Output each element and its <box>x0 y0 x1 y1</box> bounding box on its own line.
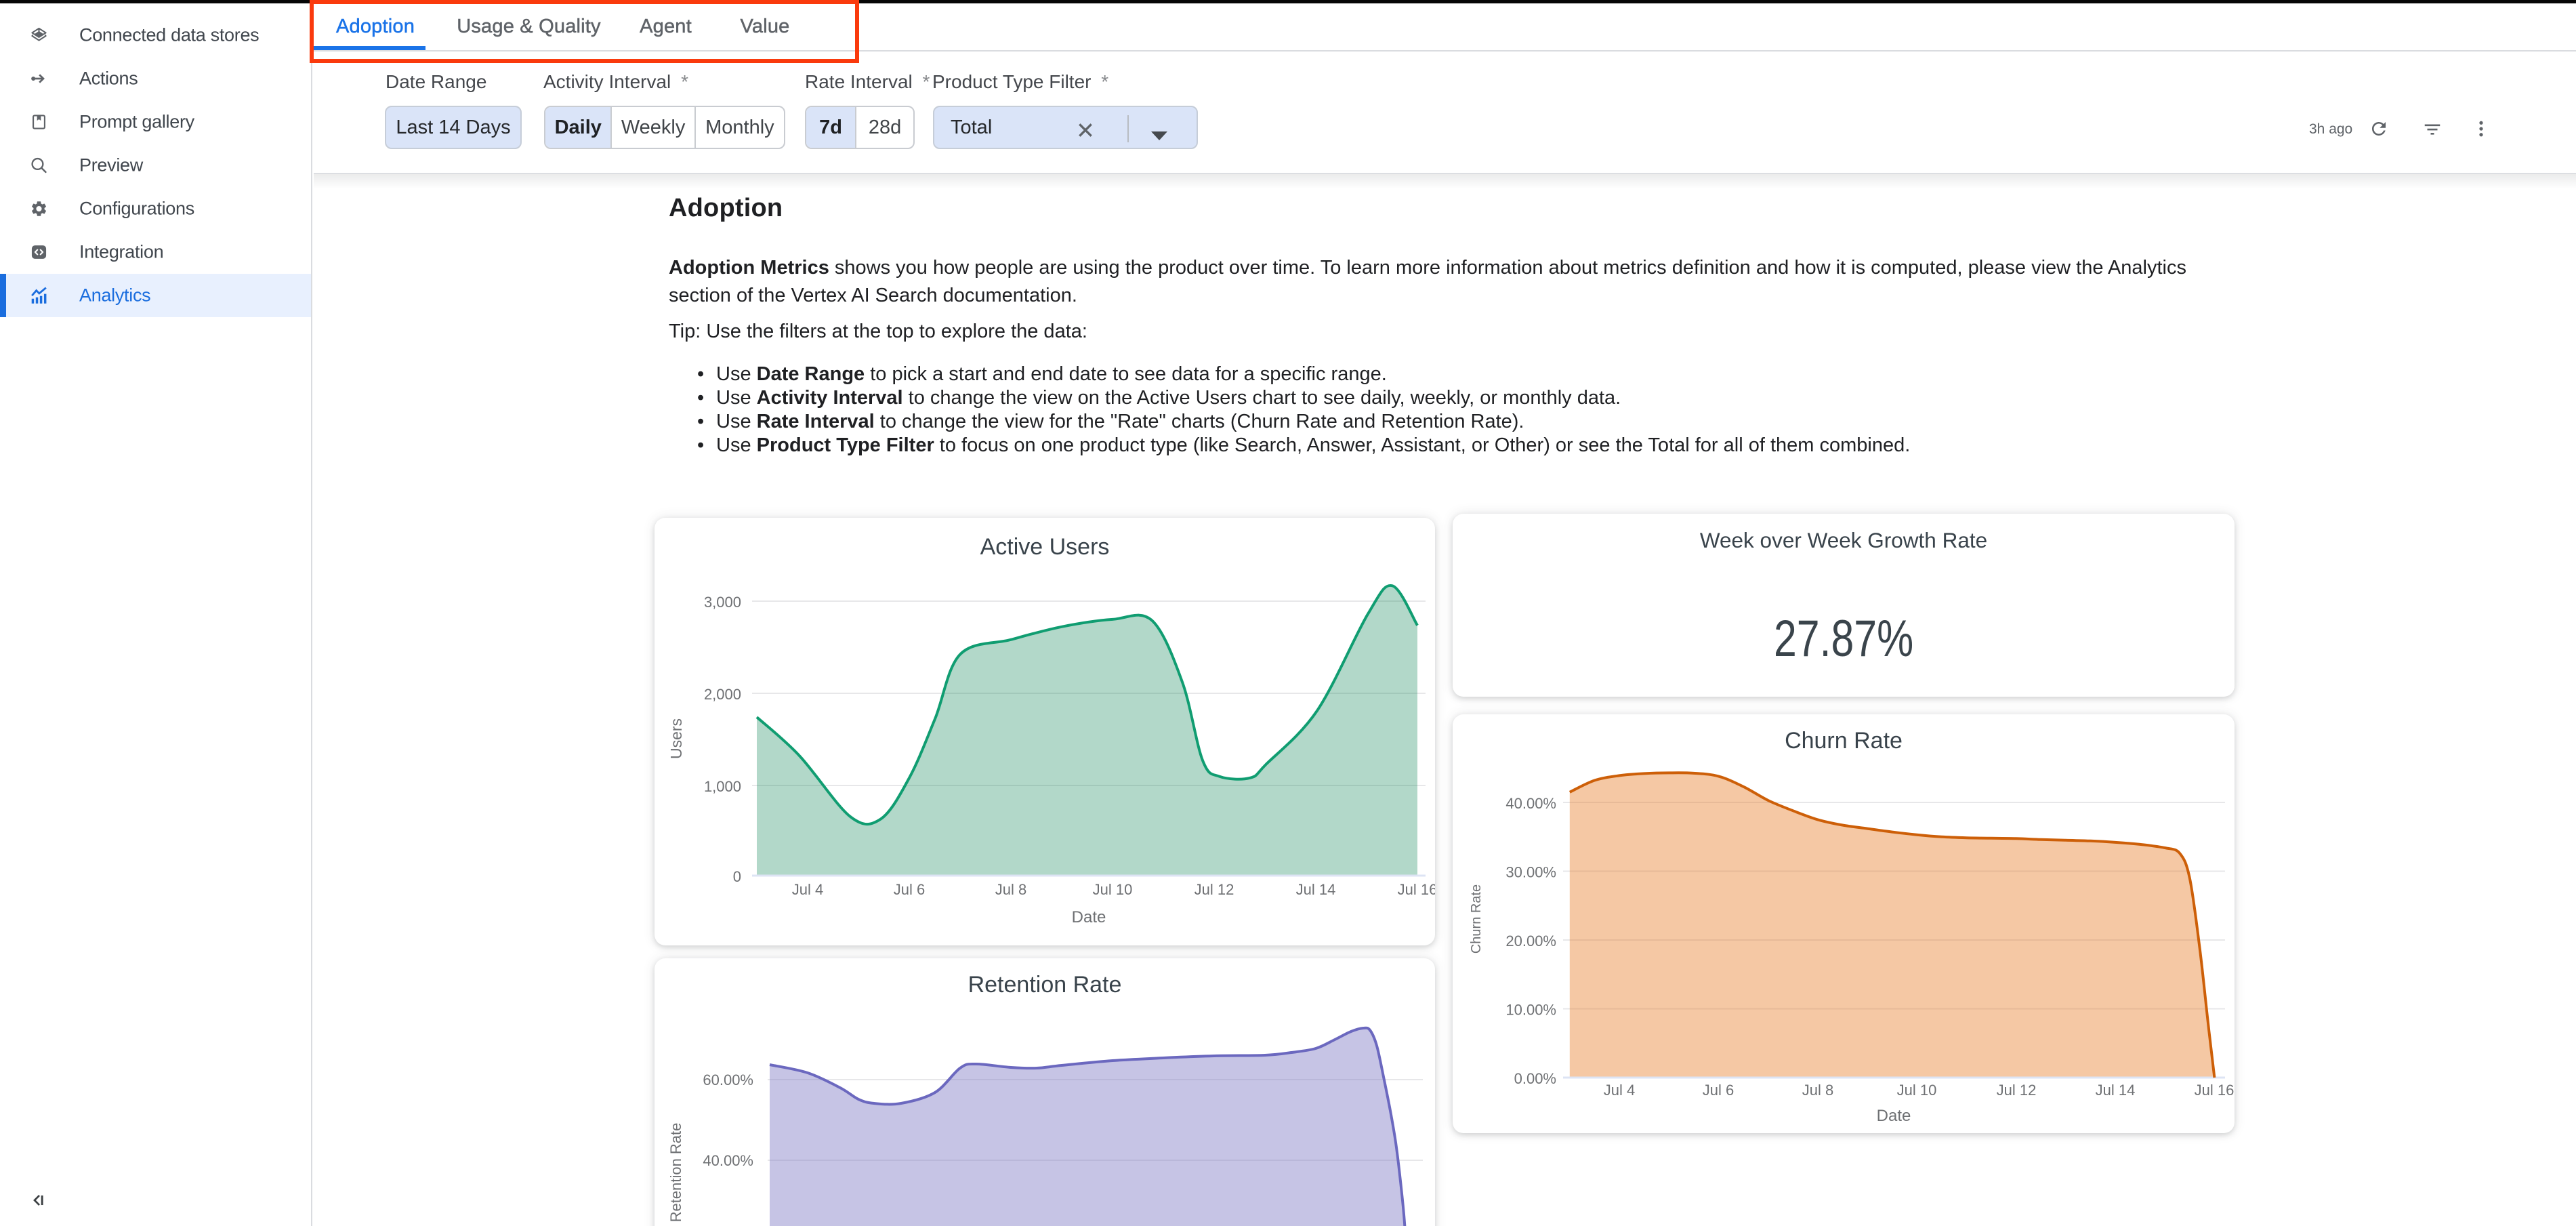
svg-text:2,000: 2,000 <box>704 686 741 703</box>
svg-text:20.00%: 20.00% <box>1505 933 1556 949</box>
svg-text:Retention Rate: Retention Rate <box>968 972 1122 998</box>
svg-text:40.00%: 40.00% <box>1505 795 1556 812</box>
svg-text:Jul 6: Jul 6 <box>1703 1082 1734 1099</box>
svg-text:60.00%: 60.00% <box>703 1071 753 1088</box>
svg-text:Jul 8: Jul 8 <box>995 881 1026 898</box>
svg-text:Churn Rate: Churn Rate <box>1785 728 1903 754</box>
svg-text:Users: Users <box>667 718 685 759</box>
svg-text:Jul 4: Jul 4 <box>1604 1082 1635 1099</box>
svg-text:Jul 10: Jul 10 <box>1897 1082 1937 1099</box>
svg-text:10.00%: 10.00% <box>1505 1002 1556 1019</box>
svg-text:Churn Rate: Churn Rate <box>1469 884 1484 954</box>
svg-text:Jul 14: Jul 14 <box>1296 881 1336 898</box>
svg-text:0: 0 <box>733 868 741 885</box>
svg-text:0.00%: 0.00% <box>1514 1070 1556 1087</box>
svg-text:Jul 6: Jul 6 <box>894 881 925 898</box>
svg-text:Date: Date <box>1877 1107 1911 1125</box>
svg-text:Jul 4: Jul 4 <box>792 881 823 898</box>
svg-text:1,000: 1,000 <box>704 778 741 795</box>
svg-text:Retention Rate: Retention Rate <box>667 1123 684 1223</box>
svg-text:Date: Date <box>1072 908 1106 926</box>
svg-text:3,000: 3,000 <box>704 594 741 611</box>
svg-text:40.00%: 40.00% <box>703 1152 753 1169</box>
svg-text:Jul 8: Jul 8 <box>1802 1082 1833 1099</box>
svg-text:Jul 12: Jul 12 <box>1997 1082 2037 1099</box>
svg-text:Jul 16: Jul 16 <box>1398 881 1435 898</box>
svg-text:Jul 16: Jul 16 <box>2195 1082 2235 1099</box>
svg-text:Active Users: Active Users <box>980 534 1110 560</box>
svg-text:27.87%: 27.87% <box>1774 610 1913 668</box>
svg-text:Jul 10: Jul 10 <box>1093 881 1133 898</box>
svg-text:Week over Week Growth Rate: Week over Week Growth Rate <box>1700 528 1987 552</box>
svg-text:30.00%: 30.00% <box>1505 864 1556 881</box>
svg-text:Jul 12: Jul 12 <box>1194 881 1234 898</box>
svg-text:Jul 14: Jul 14 <box>2096 1082 2136 1099</box>
